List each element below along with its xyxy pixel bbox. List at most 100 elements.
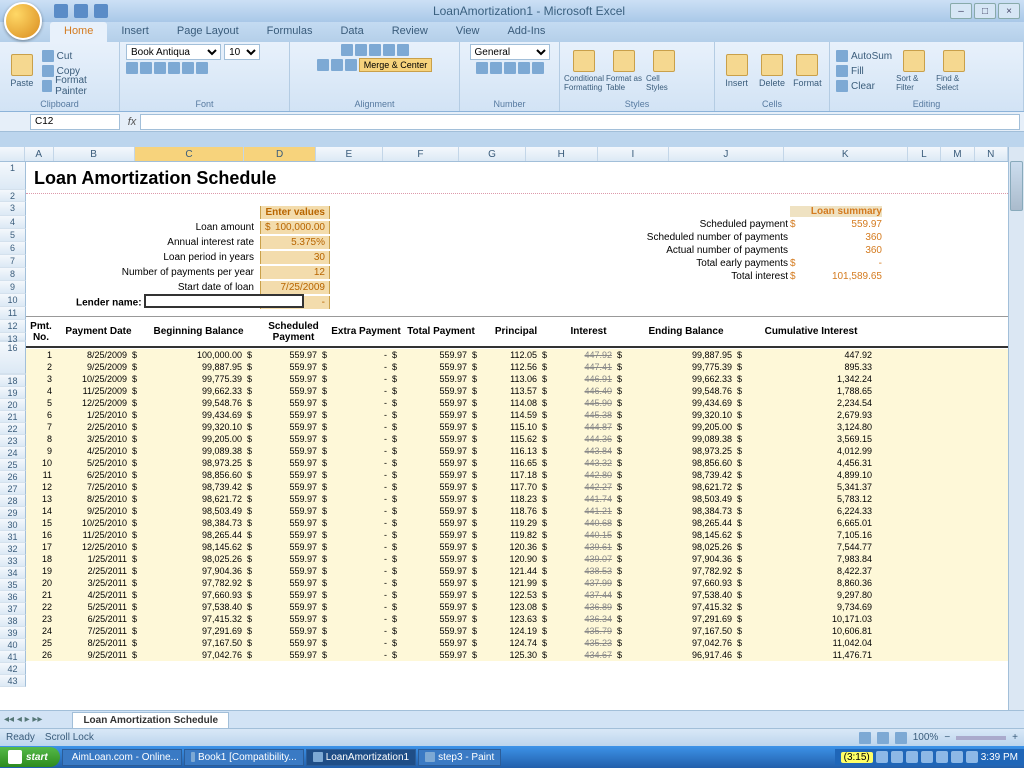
- format-painter-button[interactable]: Format Painter: [42, 79, 113, 93]
- save-icon[interactable]: [54, 4, 68, 18]
- tray-icon[interactable]: [876, 751, 888, 763]
- worksheet[interactable]: ABCDEFGHIJKLMN 1234567891011121316181920…: [0, 147, 1008, 728]
- col-header-G[interactable]: G: [459, 147, 526, 161]
- taskbar-item[interactable]: LoanAmortization1: [306, 749, 416, 766]
- align-bottom-icon[interactable]: [369, 44, 381, 56]
- vertical-scrollbar[interactable]: [1008, 147, 1024, 728]
- col-header-M[interactable]: M: [941, 147, 974, 161]
- taskbar-item[interactable]: step3 - Paint: [418, 749, 501, 766]
- col-header-C[interactable]: C: [135, 147, 245, 161]
- decrease-decimal-icon[interactable]: [532, 62, 544, 74]
- clock[interactable]: 3:39 PM: [981, 752, 1018, 763]
- increase-decimal-icon[interactable]: [518, 62, 530, 74]
- ribbon-tab-data[interactable]: Data: [326, 22, 377, 42]
- row-headers[interactable]: 1234567891011121316181920212223242526272…: [0, 162, 26, 728]
- taskbar-item[interactable]: AimLoan.com - Online...: [62, 749, 182, 766]
- col-header-D[interactable]: D: [244, 147, 316, 161]
- insert-cells-button[interactable]: Insert: [721, 47, 752, 95]
- align-middle-icon[interactable]: [355, 44, 367, 56]
- sort-filter-button[interactable]: Sort & Filter: [896, 47, 932, 95]
- align-right-icon[interactable]: [345, 59, 357, 71]
- font-color-icon[interactable]: [196, 62, 208, 74]
- cut-button[interactable]: Cut: [42, 49, 113, 63]
- ribbon-tab-add-ins[interactable]: Add-Ins: [493, 22, 559, 42]
- tray-icon[interactable]: [906, 751, 918, 763]
- tray-icon[interactable]: [951, 751, 963, 763]
- ribbon-tab-page-layout[interactable]: Page Layout: [163, 22, 253, 42]
- col-header-K[interactable]: K: [784, 147, 908, 161]
- view-pagebreak-icon[interactable]: [895, 732, 907, 744]
- autosum-button[interactable]: AutoSum: [836, 49, 892, 63]
- orientation-icon[interactable]: [383, 44, 395, 56]
- ribbon-tab-formulas[interactable]: Formulas: [253, 22, 327, 42]
- minimize-button[interactable]: –: [950, 3, 972, 19]
- tray-icon[interactable]: [966, 751, 978, 763]
- zoom-out-button[interactable]: −: [944, 732, 950, 743]
- amort-row: 1712/25/2010 $98,145.62 $559.97 $- $559.…: [26, 541, 1008, 553]
- office-button[interactable]: [4, 2, 42, 40]
- taskbar-item[interactable]: Book1 [Compatibility...: [184, 749, 304, 766]
- number-format-select[interactable]: General: [470, 44, 550, 60]
- align-top-icon[interactable]: [341, 44, 353, 56]
- view-normal-icon[interactable]: [859, 732, 871, 744]
- status-ready: Ready: [6, 732, 35, 743]
- ribbon-tab-insert[interactable]: Insert: [107, 22, 163, 42]
- font-name-select[interactable]: Book Antiqua: [126, 44, 221, 60]
- col-header-E[interactable]: E: [316, 147, 383, 161]
- comma-icon[interactable]: [504, 62, 516, 74]
- column-headers[interactable]: ABCDEFGHIJKLMN: [0, 147, 1008, 162]
- bold-icon[interactable]: [126, 62, 138, 74]
- align-center-icon[interactable]: [331, 59, 343, 71]
- ribbon-tab-view[interactable]: View: [442, 22, 494, 42]
- fill-button[interactable]: Fill: [836, 64, 892, 78]
- font-size-select[interactable]: 10: [224, 44, 260, 60]
- align-left-icon[interactable]: [317, 59, 329, 71]
- tray-icon[interactable]: [936, 751, 948, 763]
- col-header-B[interactable]: B: [54, 147, 135, 161]
- col-header-I[interactable]: I: [598, 147, 670, 161]
- ribbon-tab-review[interactable]: Review: [378, 22, 442, 42]
- delete-cells-button[interactable]: Delete: [756, 47, 787, 95]
- undo-icon[interactable]: [74, 4, 88, 18]
- redo-icon[interactable]: [94, 4, 108, 18]
- view-layout-icon[interactable]: [877, 732, 889, 744]
- zoom-in-button[interactable]: +: [1012, 732, 1018, 743]
- maximize-button[interactable]: □: [974, 3, 996, 19]
- col-header-H[interactable]: H: [526, 147, 598, 161]
- wrap-text-icon[interactable]: [397, 44, 409, 56]
- underline-icon[interactable]: [154, 62, 166, 74]
- col-header-F[interactable]: F: [383, 147, 459, 161]
- tray-icon[interactable]: [921, 751, 933, 763]
- lender-name-input[interactable]: [144, 294, 304, 308]
- italic-icon[interactable]: [140, 62, 152, 74]
- sheet-tab[interactable]: Loan Amortization Schedule: [72, 712, 229, 728]
- format-cells-button[interactable]: Format: [792, 47, 823, 95]
- amort-row: 310/25/2009 $99,775.39 $559.97 $- $559.9…: [26, 373, 1008, 385]
- format-as-table-button[interactable]: Format as Table: [606, 47, 642, 95]
- conditional-formatting-button[interactable]: Conditional Formatting: [566, 47, 602, 95]
- fill-color-icon[interactable]: [182, 62, 194, 74]
- col-header-A[interactable]: A: [25, 147, 54, 161]
- col-header-L[interactable]: L: [908, 147, 941, 161]
- merge-center-button[interactable]: Merge & Center: [359, 58, 433, 72]
- close-button[interactable]: ×: [998, 3, 1020, 19]
- fx-icon[interactable]: fx: [124, 116, 140, 128]
- find-select-button[interactable]: Find & Select: [936, 47, 972, 95]
- system-tray[interactable]: (3:15) 3:39 PM: [835, 749, 1024, 765]
- cell-styles-button[interactable]: Cell Styles: [646, 47, 682, 95]
- col-header-N[interactable]: N: [975, 147, 1008, 161]
- windows-taskbar: start AimLoan.com - Online...Book1 [Comp…: [0, 746, 1024, 768]
- col-header-J[interactable]: J: [669, 147, 784, 161]
- start-button[interactable]: start: [0, 747, 60, 767]
- name-box[interactable]: [30, 114, 120, 130]
- currency-icon[interactable]: [476, 62, 488, 74]
- percent-icon[interactable]: [490, 62, 502, 74]
- paste-button[interactable]: Paste: [6, 47, 38, 95]
- ribbon-tab-home[interactable]: Home: [50, 22, 107, 42]
- formula-bar[interactable]: [140, 114, 1020, 130]
- zoom-slider[interactable]: [956, 736, 1006, 740]
- clear-button[interactable]: Clear: [836, 79, 892, 93]
- border-icon[interactable]: [168, 62, 180, 74]
- zoom-level[interactable]: 100%: [913, 732, 939, 743]
- tray-icon[interactable]: [891, 751, 903, 763]
